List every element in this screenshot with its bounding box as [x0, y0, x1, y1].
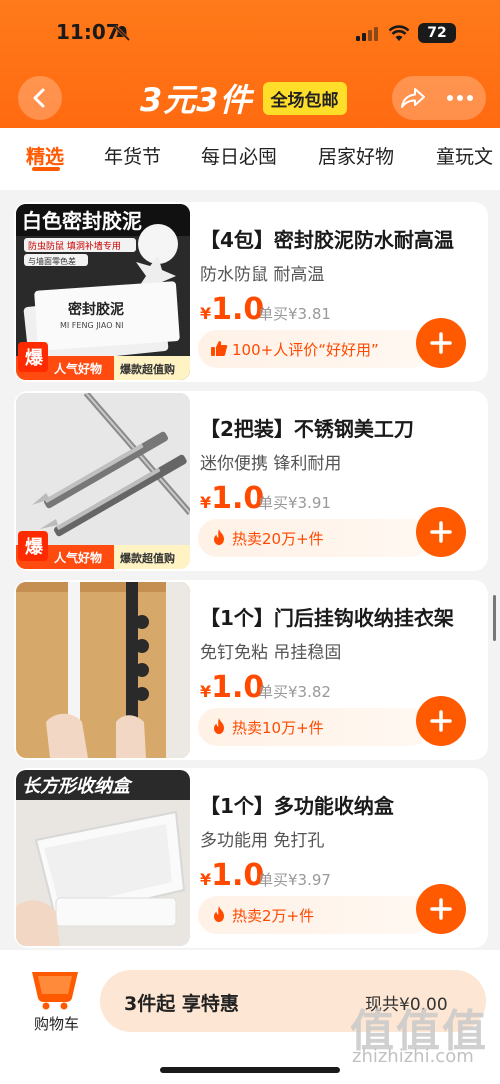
tab-home-goods[interactable]: 居家好物: [318, 142, 394, 169]
add-to-cart-button[interactable]: [416, 507, 466, 557]
image-pack-text: 密封胶泥: [67, 301, 124, 318]
image-badge-left: 人气好物: [54, 550, 102, 565]
flame-icon: [214, 718, 224, 734]
add-to-cart-button[interactable]: [416, 318, 466, 368]
page-title: 3元3件 全场包邮: [140, 78, 347, 119]
flame-icon: [214, 529, 224, 545]
original-price: 单买¥3.82: [258, 683, 331, 701]
product-subtitle: 免钉免粘 吊挂稳固: [200, 643, 342, 663]
add-to-cart-button[interactable]: [416, 696, 466, 746]
flame-icon: [214, 906, 224, 922]
product-subtitle: 防水防鼠 耐高温: [200, 265, 325, 285]
promo-text: 热卖2万+件: [232, 907, 315, 925]
product-image[interactable]: 爆 人气好物 爆款超值购: [16, 393, 190, 569]
promo-text: 热卖10万+件: [232, 719, 324, 737]
wifi-icon: [388, 25, 410, 41]
product-card[interactable]: 爆 人气好物 爆款超值购 【2把装】不锈钢美工刀 迷你便携 锋利耐用 ¥1.0 …: [14, 391, 488, 571]
image-badge-left: 人气好物: [54, 361, 102, 376]
product-card[interactable]: 长方形收纳盒 【1个】多功能收纳盒 多功能用 免打孔 ¥1.0 单买¥3.97 …: [14, 768, 488, 948]
product-price: ¥1.0: [200, 858, 264, 893]
product-card[interactable]: 白色密封胶泥 防虫防鼠 填洞补墙专用 与墙面零色差 密封胶泥 MI FENG J…: [14, 202, 488, 382]
product-subtitle: 多功能用 免打孔: [200, 831, 325, 851]
plus-icon: [430, 710, 452, 732]
image-header-text: 白色密封胶泥: [22, 209, 142, 233]
tab-new-year[interactable]: 年货节: [104, 142, 161, 169]
checkout-label: 3件起 享特惠: [124, 993, 239, 1015]
price-value: 1.0: [211, 292, 265, 327]
scrollbar[interactable]: [493, 595, 496, 641]
product-title[interactable]: 【1个】门后挂钩收纳挂衣架: [200, 602, 454, 631]
more-icon[interactable]: [446, 94, 474, 102]
original-price: 单买¥3.81: [258, 305, 331, 323]
price-value: 1.0: [211, 481, 265, 516]
image-header-text: 长方形收纳盒: [22, 776, 133, 797]
product-price: ¥1.0: [200, 292, 264, 327]
watermark-url: zhizhizhi.com: [352, 1046, 474, 1067]
product-title[interactable]: 【2把装】不锈钢美工刀: [200, 413, 414, 442]
image-tag-text: 与墙面零色差: [28, 256, 76, 266]
product-title[interactable]: 【1个】多功能收纳盒: [200, 790, 394, 819]
add-to-cart-button[interactable]: [416, 884, 466, 934]
product-title[interactable]: 【4包】密封胶泥防水耐高温: [200, 224, 454, 253]
price-value: 1.0: [211, 670, 265, 705]
back-button[interactable]: [18, 76, 62, 120]
image-tag-text: 防虫防鼠 填洞补墙专用: [28, 240, 121, 252]
category-tabs: 精选 年货节 每日必囤 居家好物 童玩文: [0, 128, 500, 190]
product-image[interactable]: [16, 582, 190, 758]
product-price: ¥1.0: [200, 481, 264, 516]
free-shipping-badge: 全场包邮: [262, 81, 347, 115]
plus-icon: [430, 898, 452, 920]
product-list[interactable]: 白色密封胶泥 防虫防鼠 填洞补墙专用 与墙面零色差 密封胶泥 MI FENG J…: [0, 190, 500, 950]
cart-label[interactable]: 购物车: [34, 1013, 79, 1034]
product-card[interactable]: 【1个】门后挂钩收纳挂衣架 免钉免粘 吊挂稳固 ¥1.0 单买¥3.82 热卖1…: [14, 580, 488, 760]
plus-icon: [430, 521, 452, 543]
image-badge-right: 爆款超值购: [120, 551, 175, 565]
battery-indicator: 72: [418, 23, 456, 43]
price-currency: ¥: [200, 493, 212, 512]
price-currency: ¥: [200, 682, 212, 701]
original-price: 单买¥3.97: [258, 871, 331, 889]
plus-icon: [430, 332, 452, 354]
product-image[interactable]: 长方形收纳盒: [16, 770, 190, 946]
shopping-cart-icon[interactable]: [28, 966, 82, 1010]
tab-featured[interactable]: 精选: [26, 142, 64, 169]
image-badge-right: 爆款超值购: [120, 362, 175, 376]
image-pinyin-text: MI FENG JIAO NI: [60, 321, 123, 330]
product-subtitle: 迷你便携 锋利耐用: [200, 454, 342, 474]
status-time: 11:07: [56, 20, 120, 44]
promo-text: 100+人评价“好好用”: [232, 341, 379, 359]
thumbs-up-icon: [211, 341, 228, 356]
tab-toys[interactable]: 童玩文: [436, 142, 493, 169]
signal-icon: [356, 27, 378, 41]
chevron-left-icon: [33, 88, 45, 108]
price-value: 1.0: [211, 858, 265, 893]
active-tab-indicator: [32, 167, 60, 171]
title-text: 3元3件: [140, 81, 253, 119]
share-icon[interactable]: [400, 86, 426, 110]
original-price: 单买¥3.91: [258, 494, 331, 512]
price-currency: ¥: [200, 304, 212, 323]
hot-badge-text: 爆: [25, 537, 44, 558]
product-price: ¥1.0: [200, 670, 264, 705]
home-indicator[interactable]: [160, 1067, 340, 1073]
price-currency: ¥: [200, 870, 212, 889]
bell-muted-icon: [113, 24, 131, 42]
product-image[interactable]: 白色密封胶泥 防虫防鼠 填洞补墙专用 与墙面零色差 密封胶泥 MI FENG J…: [16, 204, 190, 380]
tab-daily-stock[interactable]: 每日必囤: [201, 142, 277, 169]
promo-text: 热卖20万+件: [232, 530, 324, 548]
hot-badge-text: 爆: [25, 348, 44, 369]
status-bar: 11:07 72: [0, 0, 500, 68]
